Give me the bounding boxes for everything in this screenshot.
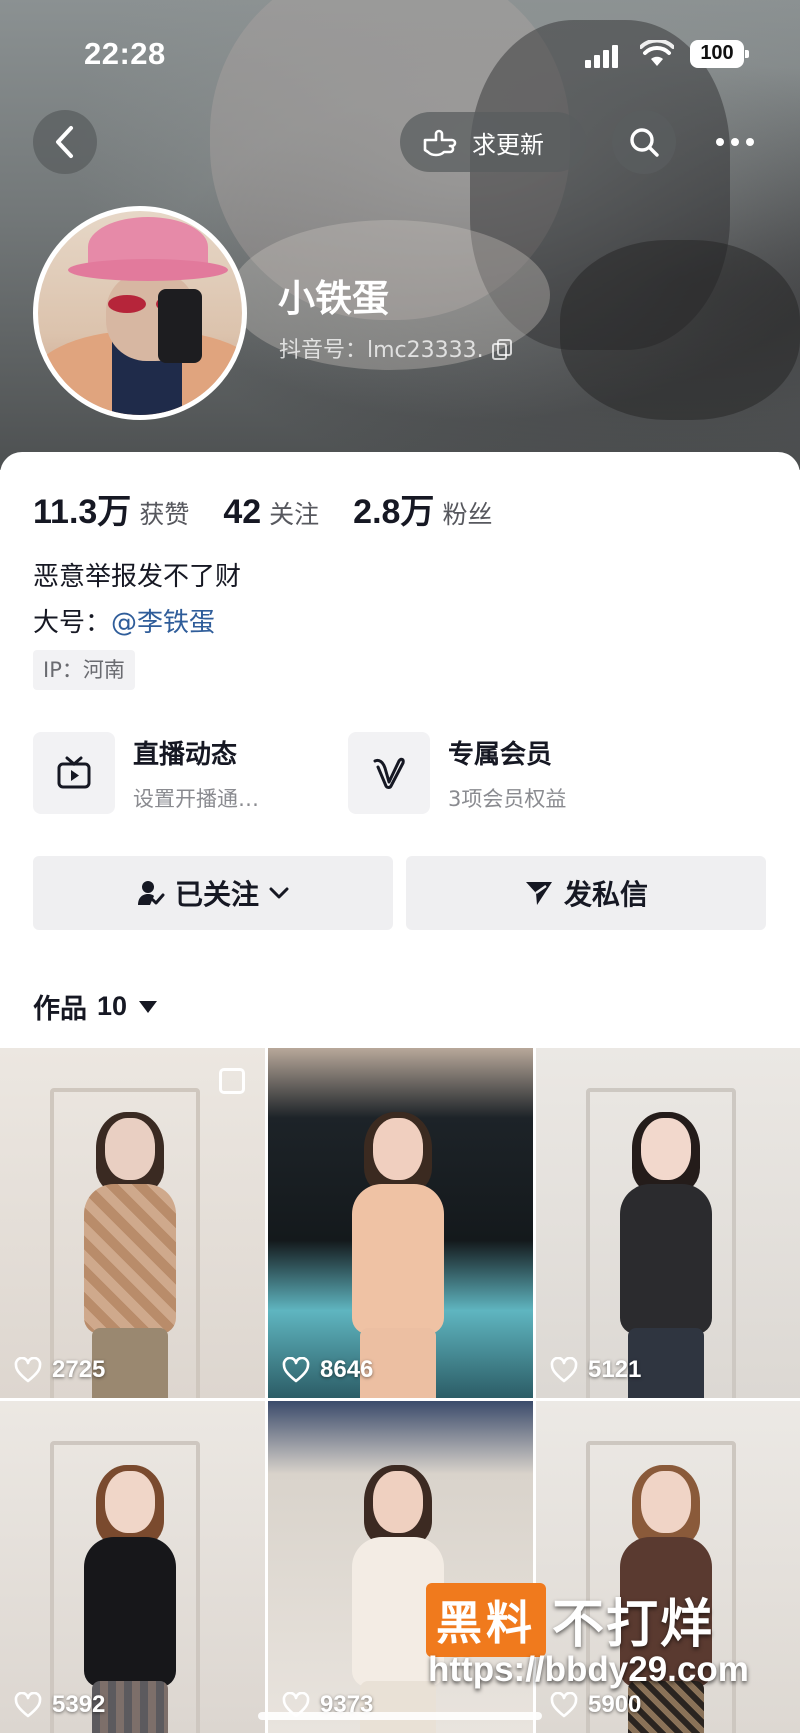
followed-user-icon [137, 881, 165, 905]
watermark-rest-text: 不打烊 [552, 1595, 715, 1655]
chevron-down-icon [269, 887, 289, 899]
watermark-logo: 黑料 不打烊 [426, 1582, 714, 1657]
pointing-hand-icon [423, 129, 457, 157]
works-count: 10 [97, 991, 128, 1021]
search-button[interactable] [612, 110, 676, 174]
heart-icon [550, 1692, 578, 1718]
follow-button-label: 已关注 [174, 878, 259, 911]
v-badge-icon-box [348, 732, 430, 814]
stat-following-label: 关注 [269, 500, 320, 529]
caret-down-icon [139, 1000, 158, 1013]
stat-likes[interactable]: 11.3万 获赞 [33, 484, 189, 533]
stat-likes-label: 获赞 [139, 500, 190, 529]
stat-followers-label: 粉丝 [442, 500, 493, 529]
multi-image-icon [219, 1068, 245, 1094]
status-bar: 22:28 100 [0, 30, 800, 80]
wifi-icon [640, 40, 674, 66]
heart-icon [14, 1357, 42, 1383]
live-feature-title: 直播动态 [133, 739, 238, 770]
video-likes: 5121 [550, 1356, 641, 1384]
video-thumbnail[interactable]: 8646 [268, 1048, 533, 1398]
alt-account-link[interactable]: @李铁蛋 [111, 608, 215, 638]
profile-stats: 11.3万 获赞 42 关注 2.8万 粉丝 [33, 484, 526, 533]
video-likes-count: 2725 [52, 1356, 106, 1383]
stat-likes-value: 11.3万 [33, 493, 132, 531]
profile-bio: 恶意举报发不了财 [33, 562, 242, 592]
search-icon [630, 128, 659, 157]
stat-followers[interactable]: 2.8万 粉丝 [353, 484, 492, 533]
status-time: 22:28 [84, 36, 166, 71]
video-likes-count: 5900 [588, 1691, 642, 1718]
heart-icon [14, 1692, 42, 1718]
more-button[interactable] [703, 110, 767, 174]
back-button[interactable] [33, 110, 97, 174]
video-likes: 8646 [282, 1356, 373, 1384]
watermark-box-text: 黑料 [426, 1582, 546, 1657]
stat-followers-value: 2.8万 [353, 493, 435, 531]
signal-icon [585, 42, 625, 68]
send-icon [525, 882, 552, 905]
live-feature-subtitle: 设置开播通… [133, 786, 259, 811]
profile-info-panel: 11.3万 获赞 42 关注 2.8万 粉丝 恶意举报发不了财 大号：@李铁蛋 … [0, 452, 800, 1052]
vip-feature-title: 专属会员 [448, 739, 553, 770]
video-thumbnail[interactable]: 5392 [0, 1401, 265, 1733]
ip-location-tag: IP：河南 [33, 650, 135, 690]
alt-account-line: 大号：@李铁蛋 [33, 602, 215, 639]
video-likes: 5900 [550, 1691, 641, 1719]
follow-button[interactable]: 已关注 [33, 856, 393, 930]
request-update-label: 求更新 [472, 130, 544, 159]
battery-indicator: 100 [690, 40, 749, 68]
home-indicator[interactable] [258, 1712, 542, 1720]
video-thumbnail[interactable]: 2725 [0, 1048, 265, 1398]
more-dots-icon [716, 138, 724, 146]
profile-name: 小铁蛋 [278, 277, 389, 320]
video-likes: 5392 [14, 1691, 105, 1719]
tv-icon-box [33, 732, 115, 814]
douyin-id[interactable]: 抖音号：lmc23333. [279, 332, 512, 364]
heart-icon [282, 1357, 310, 1383]
video-likes-count: 5121 [588, 1356, 642, 1383]
video-likes-count: 5392 [52, 1691, 106, 1718]
request-update-button[interactable]: 求更新 [400, 112, 586, 172]
stat-following[interactable]: 42 关注 [223, 493, 319, 532]
tv-icon [57, 756, 91, 789]
heart-icon [550, 1357, 578, 1383]
chevron-left-icon [56, 126, 73, 158]
message-button[interactable]: 发私信 [406, 856, 766, 930]
avatar[interactable] [33, 206, 247, 420]
vip-feature-card[interactable]: 专属会员 3项会员权益 [348, 732, 566, 814]
stat-following-value: 42 [223, 493, 262, 531]
vip-feature-subtitle: 3项会员权益 [448, 786, 567, 811]
watermark-url: https://bbdy29.com [428, 1650, 749, 1689]
video-thumbnail[interactable]: 5121 [536, 1048, 800, 1398]
douyin-id-text: 抖音号：lmc23333. [279, 338, 484, 363]
copy-icon[interactable] [491, 339, 512, 360]
live-feature-card[interactable]: 直播动态 设置开播通… [33, 732, 259, 814]
alt-account-prefix: 大号： [33, 608, 112, 638]
works-tab-label: 作品 [33, 994, 87, 1025]
works-tab[interactable]: 作品 10 [33, 987, 158, 1026]
v-badge-icon [373, 757, 405, 789]
video-likes-count: 8646 [320, 1356, 374, 1383]
video-likes: 2725 [14, 1356, 105, 1384]
message-button-label: 发私信 [563, 878, 648, 911]
